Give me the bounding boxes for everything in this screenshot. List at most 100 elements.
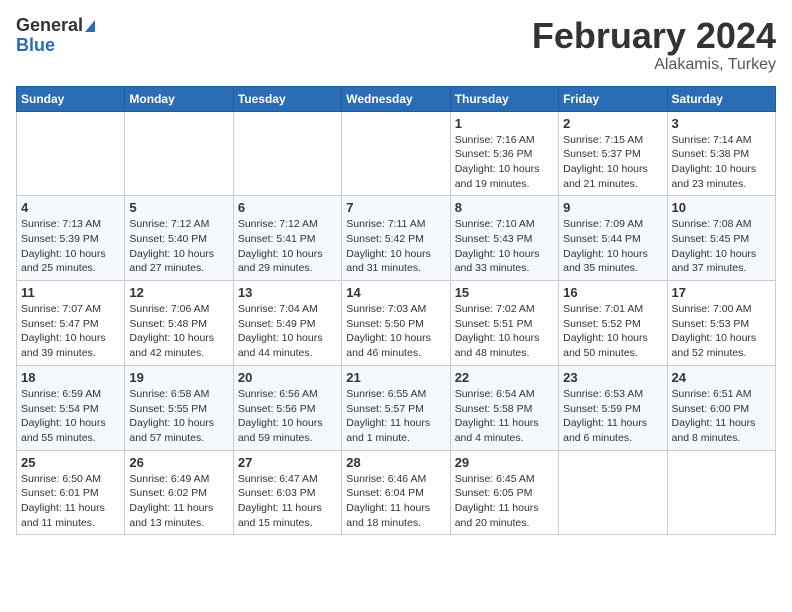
day-info: Sunrise: 6:54 AMSunset: 5:58 PMDaylight:… (455, 387, 554, 446)
calendar-cell (559, 450, 667, 535)
day-number: 18 (21, 370, 120, 385)
calendar-cell: 16Sunrise: 7:01 AMSunset: 5:52 PMDayligh… (559, 281, 667, 366)
calendar-cell: 4Sunrise: 7:13 AMSunset: 5:39 PMDaylight… (17, 196, 125, 281)
calendar-week-row: 25 Sunrise: 6:50 AMSunset: 6:01 PMDayligh… (17, 450, 776, 535)
day-number: 25 (21, 455, 120, 470)
calendar-cell: 17 Sunrise: 7:00 AMSunset: 5:53 PMDayligh… (667, 281, 775, 366)
day-info: Sunrise: 6:55 AMSunset: 5:57 PMDaylight:… (346, 387, 445, 446)
day-info: Sunrise: 7:06 AMSunset: 5:48 PMDaylight:… (129, 302, 228, 361)
calendar-cell: 22 Sunrise: 6:54 AMSunset: 5:58 PMDayligh… (450, 365, 558, 450)
calendar-cell (667, 450, 775, 535)
day-info: Sunrise: 7:11 AMSunset: 5:42 PMDaylight:… (346, 217, 445, 276)
day-number: 4 (21, 200, 120, 215)
day-number: 24 (672, 370, 771, 385)
calendar-cell: 27 Sunrise: 6:47 AMSunset: 6:03 PMDayligh… (233, 450, 341, 535)
day-info: Sunrise: 7:12 AMSunset: 5:41 PMDaylight:… (238, 217, 337, 276)
weekday-header-tuesday: Tuesday (233, 86, 341, 111)
calendar-week-row: 4Sunrise: 7:13 AMSunset: 5:39 PMDaylight… (17, 196, 776, 281)
calendar-cell: 20Sunrise: 6:56 AMSunset: 5:56 PMDayligh… (233, 365, 341, 450)
logo-general: General (16, 16, 95, 36)
calendar-cell: 1 Sunrise: 7:16 AMSunset: 5:36 PMDaylight… (450, 111, 558, 196)
calendar-cell (342, 111, 450, 196)
day-info: Sunrise: 7:16 AMSunset: 5:36 PMDaylight:… (455, 133, 554, 192)
calendar-cell: 23 Sunrise: 6:53 AMSunset: 5:59 PMDayligh… (559, 365, 667, 450)
month-title: February 2024 (532, 16, 776, 56)
calendar-week-row: 18Sunrise: 6:59 AMSunset: 5:54 PMDayligh… (17, 365, 776, 450)
page-header: General Blue February 2024 Alakamis, Tur… (16, 16, 776, 74)
weekday-header-row: SundayMondayTuesdayWednesdayThursdayFrid… (17, 86, 776, 111)
weekday-header-wednesday: Wednesday (342, 86, 450, 111)
day-info: Sunrise: 7:08 AMSunset: 5:45 PMDaylight:… (672, 217, 771, 276)
day-info: Sunrise: 7:01 AMSunset: 5:52 PMDaylight:… (563, 302, 662, 361)
calendar-cell: 28 Sunrise: 6:46 AMSunset: 6:04 PMDayligh… (342, 450, 450, 535)
day-info: Sunrise: 6:53 AMSunset: 5:59 PMDaylight:… (563, 387, 662, 446)
day-number: 2 (563, 116, 662, 131)
day-number: 11 (21, 285, 120, 300)
calendar-cell: 26Sunrise: 6:49 AMSunset: 6:02 PMDayligh… (125, 450, 233, 535)
calendar-cell: 11Sunrise: 7:07 AMSunset: 5:47 PMDayligh… (17, 281, 125, 366)
calendar-cell: 9 Sunrise: 7:09 AMSunset: 5:44 PMDaylight… (559, 196, 667, 281)
day-number: 13 (238, 285, 337, 300)
day-number: 10 (672, 200, 771, 215)
day-number: 1 (455, 116, 554, 131)
day-info: Sunrise: 6:46 AMSunset: 6:04 PMDaylight:… (346, 472, 445, 531)
day-number: 7 (346, 200, 445, 215)
day-number: 8 (455, 200, 554, 215)
day-info: Sunrise: 7:03 AMSunset: 5:50 PMDaylight:… (346, 302, 445, 361)
calendar-cell: 29 Sunrise: 6:45 AMSunset: 6:05 PMDayligh… (450, 450, 558, 535)
day-number: 17 (672, 285, 771, 300)
day-number: 23 (563, 370, 662, 385)
calendar-cell (125, 111, 233, 196)
day-info: Sunrise: 7:09 AMSunset: 5:44 PMDaylight:… (563, 217, 662, 276)
weekday-header-thursday: Thursday (450, 86, 558, 111)
day-info: Sunrise: 7:12 AMSunset: 5:40 PMDaylight:… (129, 217, 228, 276)
calendar-cell: 8 Sunrise: 7:10 AMSunset: 5:43 PMDaylight… (450, 196, 558, 281)
weekday-header-sunday: Sunday (17, 86, 125, 111)
day-number: 20 (238, 370, 337, 385)
calendar-cell: 7 Sunrise: 7:11 AMSunset: 5:42 PMDaylight… (342, 196, 450, 281)
day-number: 28 (346, 455, 445, 470)
weekday-header-monday: Monday (125, 86, 233, 111)
day-number: 27 (238, 455, 337, 470)
day-info: Sunrise: 7:14 AMSunset: 5:38 PMDaylight:… (672, 133, 771, 192)
day-number: 22 (455, 370, 554, 385)
title-block: February 2024 Alakamis, Turkey (532, 16, 776, 74)
calendar-cell (17, 111, 125, 196)
day-info: Sunrise: 6:58 AMSunset: 5:55 PMDaylight:… (129, 387, 228, 446)
calendar-cell: 21 Sunrise: 6:55 AMSunset: 5:57 PMDayligh… (342, 365, 450, 450)
day-number: 5 (129, 200, 228, 215)
calendar-cell (233, 111, 341, 196)
day-info: Sunrise: 7:10 AMSunset: 5:43 PMDaylight:… (455, 217, 554, 276)
weekday-header-friday: Friday (559, 86, 667, 111)
calendar-cell: 13 Sunrise: 7:04 AMSunset: 5:49 PMDayligh… (233, 281, 341, 366)
calendar-cell: 6 Sunrise: 7:12 AMSunset: 5:41 PMDaylight… (233, 196, 341, 281)
location-title: Alakamis, Turkey (532, 56, 776, 74)
day-number: 6 (238, 200, 337, 215)
calendar-cell: 24 Sunrise: 6:51 AMSunset: 6:00 PMDayligh… (667, 365, 775, 450)
day-number: 19 (129, 370, 228, 385)
calendar-cell: 18Sunrise: 6:59 AMSunset: 5:54 PMDayligh… (17, 365, 125, 450)
day-number: 9 (563, 200, 662, 215)
logo-blue: Blue (16, 36, 95, 56)
calendar-cell: 14 Sunrise: 7:03 AMSunset: 5:50 PMDayligh… (342, 281, 450, 366)
day-info: Sunrise: 6:50 AMSunset: 6:01 PMDaylight:… (21, 472, 120, 531)
day-info: Sunrise: 6:45 AMSunset: 6:05 PMDaylight:… (455, 472, 554, 531)
day-info: Sunrise: 7:04 AMSunset: 5:49 PMDaylight:… (238, 302, 337, 361)
calendar-cell: 3 Sunrise: 7:14 AMSunset: 5:38 PMDaylight… (667, 111, 775, 196)
day-info: Sunrise: 7:15 AMSunset: 5:37 PMDaylight:… (563, 133, 662, 192)
calendar-week-row: 11Sunrise: 7:07 AMSunset: 5:47 PMDayligh… (17, 281, 776, 366)
calendar-cell: 25 Sunrise: 6:50 AMSunset: 6:01 PMDayligh… (17, 450, 125, 535)
day-info: Sunrise: 6:51 AMSunset: 6:00 PMDaylight:… (672, 387, 771, 446)
day-number: 21 (346, 370, 445, 385)
day-info: Sunrise: 7:02 AMSunset: 5:51 PMDaylight:… (455, 302, 554, 361)
day-number: 12 (129, 285, 228, 300)
day-info: Sunrise: 6:47 AMSunset: 6:03 PMDaylight:… (238, 472, 337, 531)
day-number: 29 (455, 455, 554, 470)
day-number: 14 (346, 285, 445, 300)
calendar-cell: 12 Sunrise: 7:06 AMSunset: 5:48 PMDayligh… (125, 281, 233, 366)
day-number: 26 (129, 455, 228, 470)
weekday-header-saturday: Saturday (667, 86, 775, 111)
calendar-cell: 15Sunrise: 7:02 AMSunset: 5:51 PMDayligh… (450, 281, 558, 366)
day-info: Sunrise: 7:00 AMSunset: 5:53 PMDaylight:… (672, 302, 771, 361)
day-number: 3 (672, 116, 771, 131)
